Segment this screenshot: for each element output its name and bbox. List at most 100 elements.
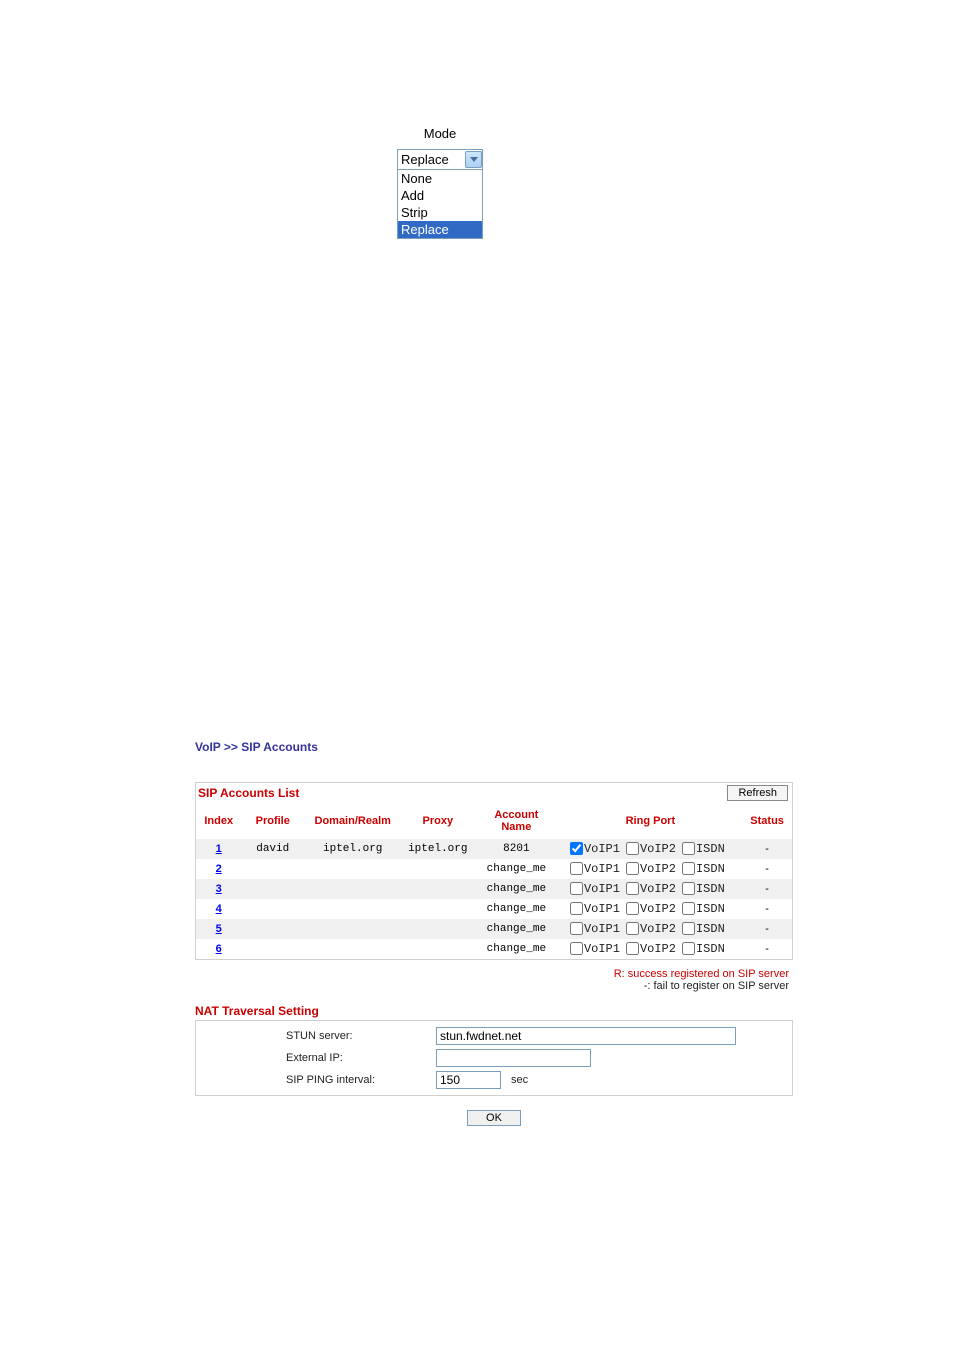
- proxy-cell: iptel.org: [401, 839, 474, 859]
- mode-option-none[interactable]: None: [398, 170, 482, 187]
- table-row: 3 change_meVoIP1VoIP2ISDN-: [196, 879, 792, 899]
- legend-fail: -: fail to register on SIP server: [644, 980, 789, 992]
- panel-header: SIP Accounts List Refresh: [196, 783, 792, 803]
- refresh-button[interactable]: Refresh: [727, 785, 788, 801]
- status-cell: -: [742, 899, 792, 919]
- mode-section: Mode Replace None Add Strip Replace: [397, 126, 483, 239]
- profile-cell: david: [241, 839, 304, 859]
- ok-button[interactable]: OK: [467, 1110, 521, 1126]
- table-row: 1davidiptel.orgiptel.org8201VoIP1VoIP2IS…: [196, 839, 792, 859]
- stun-input[interactable]: [436, 1027, 736, 1045]
- proxy-cell: [401, 899, 474, 919]
- external-ip-input[interactable]: [436, 1049, 591, 1067]
- account-cell: change_me: [474, 859, 558, 879]
- breadcrumb: VoIP >> SIP Accounts: [195, 740, 793, 754]
- header-proxy: Proxy: [401, 803, 474, 839]
- isdn-checkbox[interactable]: [682, 862, 695, 875]
- status-cell: -: [742, 839, 792, 859]
- nat-stun-row: STUN server:: [196, 1025, 792, 1047]
- status-cell: -: [742, 879, 792, 899]
- profile-cell: [241, 879, 304, 899]
- isdn-checkbox[interactable]: [682, 842, 695, 855]
- status-cell: -: [742, 939, 792, 959]
- isdn-checkbox[interactable]: [682, 942, 695, 955]
- ok-row: OK: [195, 1110, 793, 1126]
- mode-option-replace[interactable]: Replace: [398, 221, 482, 238]
- account-cell: 8201: [474, 839, 558, 859]
- index-link[interactable]: 5: [216, 923, 222, 935]
- header-account: Account Name: [474, 803, 558, 839]
- ringport-cell: VoIP1VoIP2ISDN: [559, 859, 743, 879]
- voip1-checkbox[interactable]: [570, 902, 583, 915]
- voip1-checkbox[interactable]: [570, 882, 583, 895]
- header-index: Index: [196, 803, 241, 839]
- voip2-checkbox[interactable]: [626, 902, 639, 915]
- voip2-checkbox[interactable]: [626, 862, 639, 875]
- table-row: 2 change_meVoIP1VoIP2ISDN-: [196, 859, 792, 879]
- voip-sip-accounts-section: VoIP >> SIP Accounts SIP Accounts List R…: [195, 740, 793, 1126]
- domain-cell: [304, 919, 401, 939]
- domain-cell: [304, 899, 401, 919]
- nat-ext-row: External IP:: [196, 1047, 792, 1069]
- isdn-checkbox[interactable]: [682, 882, 695, 895]
- domain-cell: [304, 939, 401, 959]
- legend: R: success registered on SIP server -: f…: [195, 966, 793, 1002]
- proxy-cell: [401, 919, 474, 939]
- mode-select[interactable]: Replace None Add Strip Replace: [397, 149, 483, 239]
- ext-label: External IP:: [196, 1052, 436, 1064]
- profile-cell: [241, 859, 304, 879]
- table-header-row: Index Profile Domain/Realm Proxy Account…: [196, 803, 792, 839]
- mode-label: Mode: [397, 126, 483, 141]
- index-link[interactable]: 4: [216, 903, 222, 915]
- voip1-checkbox[interactable]: [570, 862, 583, 875]
- profile-cell: [241, 899, 304, 919]
- voip1-checkbox[interactable]: [570, 842, 583, 855]
- ringport-cell: VoIP1VoIP2ISDN: [559, 939, 743, 959]
- voip2-checkbox[interactable]: [626, 842, 639, 855]
- header-domain: Domain/Realm: [304, 803, 401, 839]
- header-status: Status: [742, 803, 792, 839]
- voip1-checkbox[interactable]: [570, 922, 583, 935]
- voip1-checkbox[interactable]: [570, 942, 583, 955]
- domain-cell: iptel.org: [304, 839, 401, 859]
- index-link[interactable]: 2: [216, 863, 222, 875]
- profile-cell: [241, 939, 304, 959]
- chevron-down-icon[interactable]: [465, 151, 482, 168]
- ringport-cell: VoIP1VoIP2ISDN: [559, 919, 743, 939]
- voip2-checkbox[interactable]: [626, 882, 639, 895]
- index-link[interactable]: 3: [216, 883, 222, 895]
- header-ringport: Ring Port: [559, 803, 743, 839]
- index-link[interactable]: 1: [216, 843, 222, 855]
- nat-title: NAT Traversal Setting: [195, 1002, 793, 1020]
- table-row: 5 change_meVoIP1VoIP2ISDN-: [196, 919, 792, 939]
- table-row: 4 change_meVoIP1VoIP2ISDN-: [196, 899, 792, 919]
- proxy-cell: [401, 879, 474, 899]
- header-profile: Profile: [241, 803, 304, 839]
- status-cell: -: [742, 859, 792, 879]
- domain-cell: [304, 859, 401, 879]
- sip-accounts-table: Index Profile Domain/Realm Proxy Account…: [196, 803, 792, 959]
- sip-accounts-list-title: SIP Accounts List: [196, 786, 299, 800]
- isdn-checkbox[interactable]: [682, 902, 695, 915]
- sip-accounts-panel: SIP Accounts List Refresh Index Profile …: [195, 782, 793, 960]
- proxy-cell: [401, 859, 474, 879]
- nat-panel: STUN server: External IP: SIP PING inter…: [195, 1020, 793, 1096]
- mode-option-strip[interactable]: Strip: [398, 204, 482, 221]
- ping-interval-input[interactable]: [436, 1071, 501, 1089]
- account-cell: change_me: [474, 899, 558, 919]
- account-cell: change_me: [474, 939, 558, 959]
- voip2-checkbox[interactable]: [626, 942, 639, 955]
- isdn-checkbox[interactable]: [682, 922, 695, 935]
- profile-cell: [241, 919, 304, 939]
- mode-option-add[interactable]: Add: [398, 187, 482, 204]
- mode-select-header[interactable]: Replace: [398, 150, 482, 170]
- account-cell: change_me: [474, 879, 558, 899]
- ringport-cell: VoIP1VoIP2ISDN: [559, 839, 743, 859]
- account-cell: change_me: [474, 919, 558, 939]
- ringport-cell: VoIP1VoIP2ISDN: [559, 899, 743, 919]
- index-link[interactable]: 6: [216, 943, 222, 955]
- nat-ping-row: SIP PING interval: sec: [196, 1069, 792, 1091]
- status-cell: -: [742, 919, 792, 939]
- ringport-cell: VoIP1VoIP2ISDN: [559, 879, 743, 899]
- voip2-checkbox[interactable]: [626, 922, 639, 935]
